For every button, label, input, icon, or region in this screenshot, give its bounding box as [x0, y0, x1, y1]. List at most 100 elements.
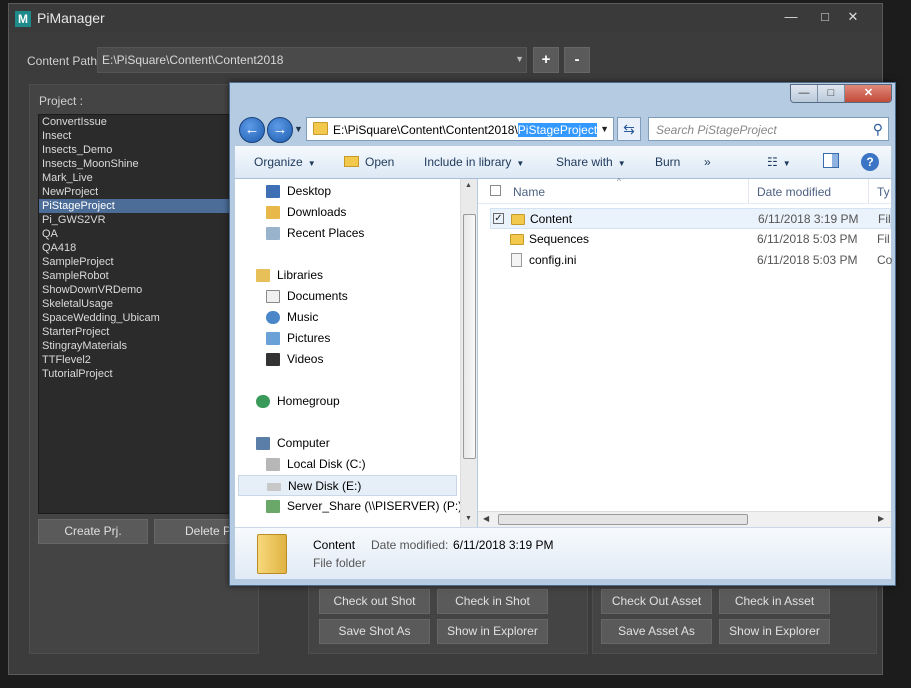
nav-item-documents[interactable]: Documents [235, 286, 457, 307]
scroll-left-icon[interactable]: ◀ [483, 514, 489, 523]
project-list-item[interactable]: SampleProject [39, 255, 247, 269]
project-list-item[interactable]: SampleRobot [39, 269, 247, 283]
file-row[interactable]: Sequences 6/11/2018 5:03 PM Fil [490, 229, 891, 250]
check-in-shot-button[interactable]: Check in Shot [437, 589, 548, 614]
forward-arrow-icon[interactable]: → [267, 117, 293, 143]
project-list-item[interactable]: Insects_Demo [39, 143, 247, 157]
pimanager-titlebar[interactable]: M PiManager — □ ✕ [9, 4, 882, 32]
save-asset-as-button[interactable]: Save Asset As [601, 619, 712, 644]
chevron-down-icon[interactable]: ▼ [515, 54, 524, 64]
minimize-button[interactable]: — [774, 8, 808, 26]
nav-item-label: Pictures [287, 331, 331, 345]
add-path-button[interactable]: + [533, 47, 559, 73]
nav-item-downloads[interactable]: Downloads [235, 202, 457, 223]
project-list-item[interactable]: ConvertIssue [39, 115, 247, 129]
address-bar[interactable]: E:\PiSquare\Content\Content2018\PiStageP… [306, 117, 614, 141]
type-column-header[interactable]: Ty [877, 185, 890, 199]
remove-path-button[interactable]: - [564, 47, 590, 73]
nav-item-server-share[interactable]: Server_Share (\\PISERVER) (P:) [235, 496, 462, 517]
check-out-asset-button[interactable]: Check Out Asset [601, 589, 712, 614]
organize-menu[interactable]: Organize ▼ [254, 155, 316, 169]
include-in-library-menu[interactable]: Include in library ▼ [424, 155, 524, 169]
check-in-asset-button[interactable]: Check in Asset [719, 589, 830, 614]
command-bar: Organize ▼ Open Include in library ▼ Share… [235, 146, 891, 179]
row-checkbox[interactable]: ✓ [493, 213, 504, 224]
explorer-minimize-button[interactable]: — [791, 85, 818, 102]
file-row[interactable]: config.ini 6/11/2018 5:03 PM Co [490, 250, 893, 271]
open-button[interactable]: Open [344, 155, 394, 169]
nav-item-recent-places[interactable]: Recent Places [235, 223, 457, 244]
project-list-item[interactable]: NewProject [39, 185, 247, 199]
row-checkbox[interactable] [492, 254, 503, 265]
horizontal-scrollbar[interactable]: ◀ ▶ [478, 511, 891, 527]
project-list-item[interactable]: Insects_MoonShine [39, 157, 247, 171]
content-path-select[interactable]: E:\PiSquare\Content\Content2018 ▼ [97, 47, 527, 73]
create-project-button[interactable]: Create Prj. [38, 519, 148, 544]
share-with-menu[interactable]: Share with ▼ [556, 155, 626, 169]
project-list-item[interactable]: QA [39, 227, 247, 241]
address-text[interactable]: E:\PiSquare\Content\Content2018\PiStageP… [333, 123, 598, 137]
nav-item-local-disk[interactable]: Local Disk (C:) [235, 454, 457, 475]
nav-item-label: Desktop [287, 184, 332, 198]
preview-pane-icon[interactable] [823, 153, 839, 168]
project-list-item[interactable]: SkeletalUsage [39, 297, 247, 311]
project-list-item[interactable]: Insect [39, 129, 247, 143]
project-list-item[interactable]: Mark_Live [39, 171, 247, 185]
help-icon[interactable]: ? [861, 153, 879, 171]
nav-item-label: Downloads [287, 205, 347, 219]
nav-item-libraries[interactable]: Libraries [235, 265, 457, 286]
scrollbar-thumb[interactable] [498, 514, 748, 525]
save-shot-as-button[interactable]: Save Shot As [319, 619, 430, 644]
nav-item-homegroup[interactable]: Homegroup [235, 391, 457, 412]
homegroup-icon [256, 395, 270, 408]
search-box[interactable]: Search PiStageProject ⚲ [648, 117, 889, 141]
project-list-item[interactable]: SpaceWedding_Ubicam [39, 311, 247, 325]
close-button[interactable]: ✕ [836, 8, 870, 26]
nav-item-music[interactable]: Music [235, 307, 457, 328]
name-column-header[interactable]: Name [513, 185, 545, 199]
project-list-item[interactable]: StarterProject [39, 325, 247, 339]
explorer-maximize-button[interactable]: □ [818, 85, 845, 102]
select-all-checkbox[interactable] [490, 185, 501, 196]
show-in-explorer-shot-button[interactable]: Show in Explorer [437, 619, 548, 644]
file-type: Co [877, 253, 893, 267]
show-in-explorer-asset-button[interactable]: Show in Explorer [719, 619, 830, 644]
project-list-item[interactable]: TutorialProject [39, 367, 247, 381]
column-divider[interactable] [748, 179, 749, 204]
file-row[interactable]: ✓ Content 6/11/2018 3:19 PM Fil [490, 208, 891, 229]
nav-item-label: Music [287, 310, 319, 324]
back-arrow-icon[interactable]: ← [239, 117, 265, 143]
more-commands-button[interactable]: » [704, 155, 711, 169]
scroll-up-icon[interactable]: ▲ [465, 182, 472, 189]
project-list[interactable]: ConvertIssue Insect Insects_Demo Insects_Mo… [38, 114, 248, 514]
nav-item-videos[interactable]: Videos [235, 349, 457, 370]
project-list-item[interactable]: Pi_GWS2VR [39, 213, 247, 227]
search-icon[interactable]: ⚲ [873, 121, 883, 138]
nav-item-pictures[interactable]: Pictures [235, 328, 457, 349]
nav-item-computer[interactable]: Computer [235, 433, 457, 454]
nav-item-desktop[interactable]: Desktop [235, 181, 457, 202]
column-divider[interactable] [868, 179, 869, 204]
details-name: Content [313, 538, 356, 552]
explorer-close-button[interactable]: ✕ [845, 85, 891, 102]
scroll-down-icon[interactable]: ▼ [465, 515, 472, 522]
project-list-item[interactable]: ShowDownVRDemo [39, 283, 247, 297]
view-options-menu[interactable]: ☷ ▼ [767, 155, 791, 169]
navigation-scrollbar[interactable]: ▲ ▼ [460, 179, 477, 527]
project-list-item[interactable]: QA418 [39, 241, 247, 255]
check-out-shot-button[interactable]: Check out Shot [319, 589, 430, 614]
folder-icon [313, 122, 328, 135]
row-checkbox[interactable] [492, 233, 503, 244]
nav-item-new-disk[interactable]: New Disk (E:) [238, 475, 457, 496]
scrollbar-thumb[interactable] [463, 214, 476, 459]
refresh-icon[interactable]: ⇆ [617, 117, 641, 141]
music-icon [266, 311, 280, 324]
date-modified-column-header[interactable]: Date modified [757, 185, 831, 199]
burn-button[interactable]: Burn [655, 155, 680, 169]
project-list-item[interactable]: TTFlevel2 [39, 353, 247, 367]
recent-pages-dropdown-icon[interactable]: ▼ [294, 124, 303, 134]
scroll-right-icon[interactable]: ▶ [878, 514, 884, 523]
project-list-item[interactable]: PiStageProject [39, 199, 247, 213]
project-list-item[interactable]: StingrayMaterials [39, 339, 247, 353]
chevron-down-icon[interactable]: ▼ [600, 124, 609, 134]
